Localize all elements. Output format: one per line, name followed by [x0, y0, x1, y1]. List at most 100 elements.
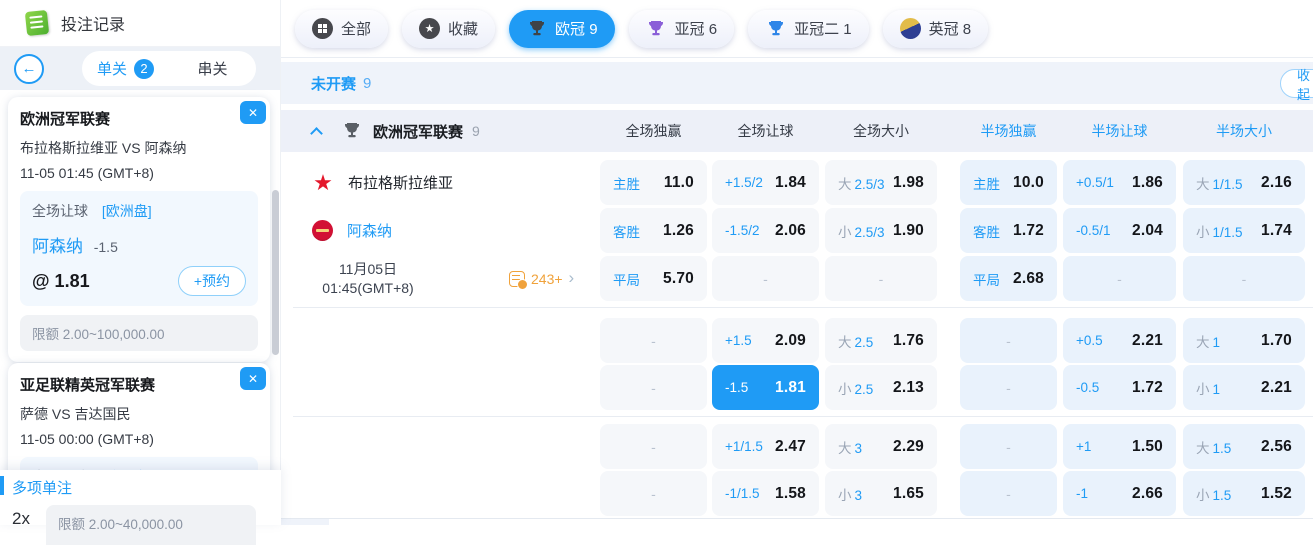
odds-cell-b0-r1-c5[interactable]: 小 1/1.5 1.74 — [1183, 208, 1305, 253]
bet-card-league: 亚足联精英冠军联赛 — [20, 377, 156, 394]
odds-value: 2.66 — [1132, 484, 1163, 502]
odds-label: -1.5 — [725, 380, 749, 395]
odds-cell-b2-r0-c2[interactable]: 大 3 2.29 — [825, 424, 937, 469]
odds-label: 客胜 — [973, 224, 1000, 240]
odds-value: 2.06 — [775, 221, 806, 239]
markets-count: 243+ — [531, 270, 563, 287]
odds-cell-b0-r1-c3[interactable]: 客胜 1.72 — [960, 208, 1057, 253]
odds-label: +0.5 — [1076, 333, 1103, 348]
no-odds-dash: - — [1006, 438, 1011, 455]
odds-cell-b2-r1-c2[interactable]: 小 3 1.65 — [825, 471, 937, 516]
odds-cell-b2-r0-c3: - — [960, 424, 1057, 469]
close-icon[interactable] — [240, 367, 266, 390]
odds-value: 2.09 — [775, 331, 806, 349]
odds-cell-b0-r0-c4[interactable]: +0.5/1 1.86 — [1063, 160, 1176, 205]
odds-cell-b0-r1-c1[interactable]: -1.5/2 2.06 — [712, 208, 819, 253]
odds-value: 2.13 — [893, 378, 924, 396]
bet-type-switch: 单关 2 串关 — [82, 51, 256, 86]
odds-cell-b1-r1-c2[interactable]: 小 2.5 2.13 — [825, 365, 937, 410]
bet-card-time: 11-05 00:00 (GMT+8) — [20, 431, 154, 447]
odds-cell-b1-r1-c5[interactable]: 小 1 2.21 — [1183, 365, 1305, 410]
odds-cell-b0-r2-c3[interactable]: 平局 2.68 — [960, 256, 1057, 301]
odds-cell-b0-r0-c1[interactable]: +1.5/2 1.84 — [712, 160, 819, 205]
no-odds-dash: - — [651, 379, 656, 396]
odds-label: 平局 — [973, 272, 1000, 288]
odds-cell-b2-r0-c5[interactable]: 大 1.5 2.56 — [1183, 424, 1305, 469]
home-team-name: 布拉格斯拉维亚 — [348, 175, 454, 192]
odds-cell-b0-r1-c2[interactable]: 小 2.5/3 1.90 — [825, 208, 937, 253]
odds-cell-b0-r2-c0[interactable]: 平局 5.70 — [600, 256, 707, 301]
odds-cell-b2-r1-c3: - — [960, 471, 1057, 516]
divider — [293, 307, 1313, 308]
next-section-peek — [281, 518, 1313, 525]
odds-value: 2.68 — [1013, 269, 1044, 287]
odds-cell-b0-r1-c4[interactable]: -0.5/1 2.04 — [1063, 208, 1176, 253]
odds-cell-b2-r0-c1[interactable]: +1/1.5 2.47 — [712, 424, 819, 469]
bet-card-teams: 萨德 VS 吉达国民 — [20, 406, 131, 422]
odds-value: 10.0 — [1013, 173, 1044, 191]
odds-value: 11.0 — [663, 173, 694, 191]
bet-handicap: -1.5 — [93, 239, 118, 255]
odds-value: 1.70 — [1261, 331, 1292, 349]
odds-cell-b2-r1-c5[interactable]: 小 1.5 1.52 — [1183, 471, 1305, 516]
multi-single-title: 多项单注 — [0, 476, 281, 498]
odds-cell-b0-r0-c2[interactable]: 大 2.5/3 1.98 — [825, 160, 937, 205]
odds-cell-b0-r1-c0[interactable]: 客胜 1.26 — [600, 208, 707, 253]
odds-cell-b0-r2-c2: - — [825, 256, 937, 301]
odds-label: 小1 — [1196, 381, 1221, 397]
sidebar-scrollbar-thumb[interactable] — [272, 190, 279, 355]
odds-label: -1 — [1076, 486, 1089, 501]
odds-cell-b0-r0-c0[interactable]: 主胜 11.0 — [600, 160, 707, 205]
multi-single-panel: 多项单注 2x 限额 2.00~40,000.00 — [0, 470, 281, 545]
multi-single-multiplier: 2x — [12, 509, 30, 528]
odds-value: 1.72 — [1013, 221, 1044, 239]
odds-value: 1.81 — [775, 378, 806, 396]
back-button[interactable] — [14, 53, 44, 84]
no-odds-dash: - — [1006, 485, 1011, 502]
odds-cell-b1-r0-c4[interactable]: +0.5 2.21 — [1063, 318, 1176, 363]
odds-cell-b0-r0-c3[interactable]: 主胜 10.0 — [960, 160, 1057, 205]
odds-cell-b2-r0-c0: - — [600, 424, 707, 469]
odds-label: 客胜 — [613, 224, 640, 240]
no-odds-dash: - — [651, 485, 656, 502]
odds-label: -1.5/2 — [725, 223, 760, 238]
match-kickoff-time: 01:45(GMT+8) — [322, 279, 414, 296]
odds-label: 主胜 — [613, 176, 640, 192]
close-icon[interactable] — [240, 101, 266, 124]
away-team-logo-icon — [312, 220, 333, 241]
home-team-row[interactable]: 布拉格斯拉维亚 — [312, 160, 453, 205]
odds-label: -0.5 — [1076, 380, 1100, 395]
tab-parlay-bet[interactable]: 串关 — [169, 58, 256, 79]
odds-value: 2.21 — [1132, 331, 1163, 349]
odds-label: 大 2.5 — [838, 334, 874, 350]
odds-cell-b1-r0-c1[interactable]: +1.5 2.09 — [712, 318, 819, 363]
odds-cell-b1-r0-c2[interactable]: 大 2.5 1.76 — [825, 318, 937, 363]
bet-selection-box: 全场让球 [欧洲盘] 阿森纳 -1.5 @ 1.81 +预约 — [20, 191, 258, 306]
odds-cell-b2-r1-c1[interactable]: -1/1.5 1.58 — [712, 471, 819, 516]
reserve-button[interactable]: +预约 — [177, 266, 246, 296]
odds-value: 1.58 — [775, 484, 806, 502]
odds-cell-b0-r2-c5: - — [1183, 256, 1305, 301]
odds-value: 2.16 — [1261, 173, 1292, 191]
odds-label: 小 1.5 — [1196, 487, 1232, 503]
away-team-row[interactable]: 阿森纳 — [312, 208, 392, 253]
odds-value: 2.29 — [893, 437, 924, 455]
markets-icon — [509, 270, 528, 290]
away-team-name: 阿森纳 — [347, 223, 393, 240]
odds-cell-b2-r1-c4[interactable]: -1 2.66 — [1063, 471, 1176, 516]
odds-label: +1 — [1076, 439, 1092, 454]
odds-cell-b1-r0-c5[interactable]: 大 1 1.70 — [1183, 318, 1305, 363]
odds-cell-b2-r0-c4[interactable]: +1 1.50 — [1063, 424, 1176, 469]
odds-cell-b1-r1-c4[interactable]: -0.5 1.72 — [1063, 365, 1176, 410]
odds-cell-b0-r2-c4: - — [1063, 256, 1176, 301]
odds-cell-b1-r1-c1[interactable]: -1.5 1.81 — [712, 365, 819, 410]
bet-records-title: 投注记录 — [61, 17, 126, 34]
odds-label: 小 2.5/3 — [838, 224, 885, 240]
more-markets-button[interactable]: 243+ › — [509, 256, 574, 301]
home-team-logo-icon — [312, 172, 334, 194]
odds-cell-b0-r0-c5[interactable]: 大 1/1.5 2.16 — [1183, 160, 1305, 205]
odds-cell-b1-r1-c3: - — [960, 365, 1057, 410]
tab-single-bet[interactable]: 单关 2 — [82, 58, 169, 79]
no-odds-dash: - — [1117, 270, 1122, 287]
odds-value: 1.50 — [1132, 437, 1163, 455]
